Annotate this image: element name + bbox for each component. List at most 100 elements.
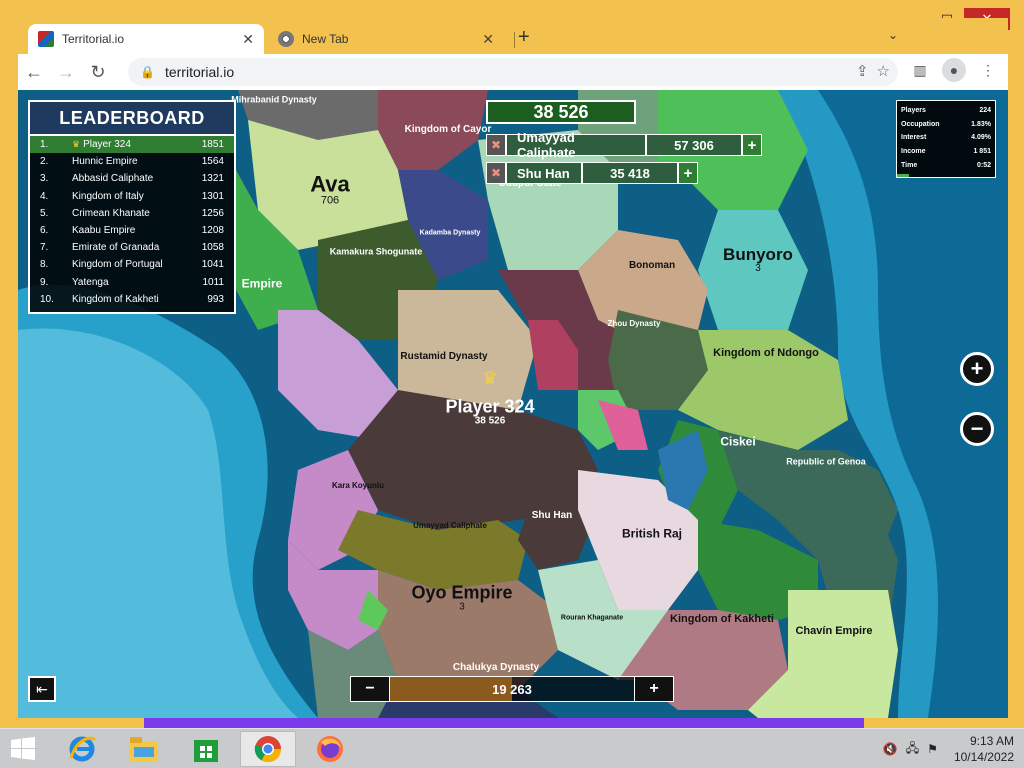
network-icon[interactable]: 🖧 [906, 739, 919, 760]
map-label-chavin: Chavín Empire [795, 625, 873, 638]
stats-label: Players [901, 107, 926, 115]
leaderboard-row: 9. Yatenga 1011 [30, 274, 234, 291]
store-icon[interactable] [178, 731, 234, 767]
close-tab-icon[interactable]: ✕ [242, 31, 254, 48]
decrease-troops-button[interactable]: − [350, 676, 390, 702]
cancel-attack-icon[interactable]: ✖ [486, 162, 506, 184]
map-label-mihrabanid: Mihrabanid Dynasty [231, 94, 317, 105]
map-label-bonoman: Bonoman [628, 259, 676, 271]
stats-value: 4.09% [971, 134, 991, 142]
bookmark-star-icon[interactable]: ☆ [877, 62, 890, 80]
map-label-shuhan: Shu Han [531, 509, 573, 521]
leaderboard-row: 4. Kingdom of Italy 1301 [30, 188, 234, 205]
leaderboard-rank: 8. [40, 259, 49, 271]
tab-new-tab[interactable]: New Tab ✕ [268, 24, 504, 54]
close-tab-icon[interactable]: ✕ [482, 31, 494, 48]
address-bar[interactable]: 🔒 territorial.io ⇪ ☆ [128, 58, 898, 86]
leaderboard-row: 6. Kaabu Empire 1208 [30, 222, 234, 239]
map-label-empire: Empire [241, 276, 283, 291]
browser-window: Territorial.io ✕ New Tab ✕ + ⌄ ← → ↻ 🔒 t… [18, 18, 1008, 718]
tab-title: Territorial.io [62, 32, 125, 46]
attack-row-umayyad: ✖ Umayyad Caliphate 57 306 + [486, 130, 762, 160]
side-panel-icon[interactable]: ▥ [908, 58, 932, 82]
leaderboard-value: 1011 [202, 276, 224, 288]
map-label-kadamba: Kadamba Dynasty [419, 229, 481, 237]
leaderboard-row: 2. Hunnic Empire 1564 [30, 153, 234, 170]
leaderboard-row: 8. Kingdom of Portugal 1041 [30, 256, 234, 273]
chrome-favicon-icon [278, 31, 294, 47]
map-label-britishraj: British Raj [621, 526, 683, 541]
leaderboard-value: 1301 [201, 190, 224, 202]
windows-start-icon[interactable] [10, 737, 38, 761]
stats-value: 0:52 [976, 161, 991, 169]
map-label-ndongo: Kingdom of Ndongo [713, 347, 819, 360]
map-label-oyo: Oyo Empire 3 [411, 582, 513, 613]
exit-icon[interactable]: ⇤ [28, 676, 56, 702]
stats-label: Time [901, 161, 918, 169]
clock[interactable]: 9:13 AM 10/14/2022 [954, 733, 1014, 765]
volume-muted-icon[interactable]: 🔇 [883, 742, 898, 756]
stats-panel: Players 224 Occupation 1.83% Interest 4.09% In… [896, 100, 996, 178]
leaderboard-name: Hunnic Empire [72, 156, 138, 168]
attack-troops: 57 306 [646, 134, 742, 156]
file-explorer-icon[interactable] [116, 731, 172, 767]
reinforce-attack-button[interactable]: + [742, 134, 762, 156]
progress-bar [897, 174, 909, 177]
attack-row-shuhan: ✖ Shu Han 35 418 + [486, 162, 698, 184]
firefox-icon[interactable] [302, 731, 358, 767]
map-label-kamakura: Kamakura Shogunate [329, 246, 423, 257]
map-label-rouran: Rouran Khaganate [560, 614, 624, 622]
leaderboard-name: Kaabu Empire [72, 225, 136, 237]
troop-balance: 38 526 [486, 100, 636, 124]
tab-strip: Territorial.io ✕ New Tab ✕ + ⌄ [18, 18, 1008, 54]
profile-avatar-icon[interactable]: ● [942, 58, 966, 82]
increase-troops-button[interactable]: + [634, 676, 674, 702]
internet-explorer-icon[interactable] [54, 731, 110, 767]
reload-icon[interactable]: ↻ [82, 56, 114, 88]
tab-territorial[interactable]: Territorial.io ✕ [28, 24, 264, 54]
chrome-icon[interactable] [240, 731, 296, 767]
leaderboard-rank: 7. [40, 242, 49, 254]
share-icon[interactable]: ⇪ [856, 62, 869, 80]
attack-target: Umayyad Caliphate [506, 130, 646, 160]
stats-row: Income 1 851 [901, 145, 991, 159]
troop-slider[interactable]: − 19 263 + [350, 676, 674, 702]
leaderboard-rank: 5. [40, 207, 49, 219]
back-arrow-icon[interactable]: ← [18, 56, 50, 88]
forward-arrow-icon[interactable]: → [50, 56, 82, 88]
stats-row: Time 0:52 [901, 158, 991, 172]
map-label-kakheti: Kingdom of Kakheti [670, 613, 774, 626]
taskbar: 🔇 🖧 ⚑ 9:13 AM 10/14/2022 [0, 728, 1024, 768]
map-label-bunyoro: Bunyoro 3 [723, 244, 793, 274]
leaderboard-rank: 3. [40, 173, 49, 185]
map-label-cayor: Kingdom of Cayor [404, 123, 492, 135]
map-label-ciskei: Ciskei [720, 434, 756, 449]
stats-value: 1.83% [971, 120, 991, 128]
tab-search-chevron-down-icon[interactable]: ⌄ [888, 28, 898, 42]
troop-slider-value: 19 263 [492, 681, 532, 697]
cancel-attack-icon[interactable]: ✖ [486, 134, 506, 156]
background-strip [144, 718, 864, 728]
leaderboard-name: Yatenga [72, 276, 109, 288]
map-label-chalukya: Chalukya Dynasty [452, 661, 540, 673]
stats-value: 224 [979, 107, 991, 115]
leaderboard-value: 1208 [201, 225, 224, 237]
flag-notification-icon[interactable]: ⚑ [927, 742, 938, 756]
menu-kebab-icon[interactable]: ⋮ [976, 58, 1000, 82]
leaderboard-name: Kingdom of Portugal [72, 259, 163, 271]
leaderboard-row: 1. ♛ Player 324 1851 [30, 136, 234, 154]
leaderboard-value: 1041 [201, 259, 224, 271]
zoom-out-button[interactable]: − [960, 412, 994, 446]
browser-toolbar: ← → ↻ 🔒 territorial.io ⇪ ☆ ▥ ● ⋮ [18, 54, 1008, 90]
troop-slider-track[interactable]: 19 263 [390, 676, 634, 702]
leaderboard-name: Abbasid Caliphate [72, 173, 154, 185]
stats-row: Interest 4.09% [901, 131, 991, 145]
game-viewport[interactable]: ♛ Ava 706 Kingdom of Cayor Mihrabanid Dyn… [18, 90, 1008, 718]
reinforce-attack-button[interactable]: + [678, 162, 698, 184]
leaderboard-value: 1256 [201, 207, 224, 219]
clock-time: 9:13 AM [969, 734, 1014, 748]
map-label-kara: Kara Koyunlu [331, 480, 385, 490]
attack-target: Shu Han [506, 162, 582, 184]
new-tab-button[interactable]: + [518, 26, 530, 49]
zoom-in-button[interactable]: + [960, 352, 994, 386]
